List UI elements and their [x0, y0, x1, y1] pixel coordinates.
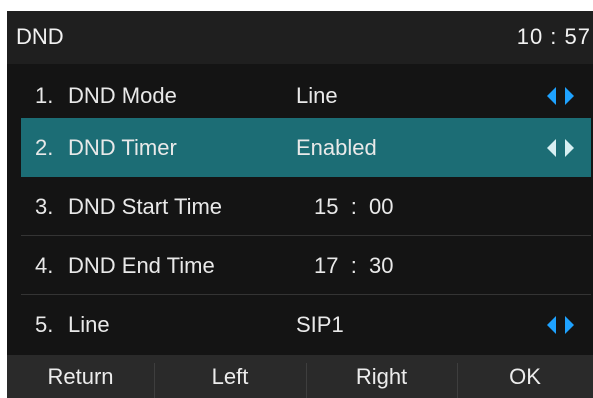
time-value[interactable]: 17 : 30	[314, 253, 394, 279]
setting-label: Line	[68, 312, 110, 337]
left-arrow-icon[interactable]	[547, 139, 556, 157]
setting-label: DND Mode	[68, 83, 177, 108]
right-arrow-icon[interactable]	[565, 139, 574, 157]
setting-value: Enabled	[296, 135, 377, 160]
setting-label: DND Timer	[68, 135, 177, 160]
right-arrow-icon[interactable]	[565, 87, 574, 105]
softkey-bar: Return Left Right OK	[7, 355, 593, 398]
left-arrow-icon[interactable]	[547, 87, 556, 105]
setting-row-dnd-end-time[interactable]: 4. DND End Time 17 : 30	[21, 236, 591, 295]
clock: 10 : 57	[516, 24, 591, 49]
row-number: 4.	[35, 253, 54, 278]
left-right-arrows-icon[interactable]	[543, 139, 583, 157]
left-softkey[interactable]: Left	[154, 355, 306, 398]
page-title: DND	[16, 24, 64, 49]
right-softkey[interactable]: Right	[306, 355, 457, 398]
return-softkey[interactable]: Return	[7, 355, 154, 398]
setting-row-dnd-timer[interactable]: 2. DND Timer Enabled	[21, 118, 591, 177]
setting-value: SIP1	[296, 312, 344, 337]
setting-row-line[interactable]: 5. Line SIP1	[21, 295, 591, 354]
setting-label: DND Start Time	[68, 194, 223, 219]
time-value[interactable]: 15 : 00	[314, 194, 394, 220]
left-right-arrows-icon[interactable]	[543, 87, 583, 105]
row-number: 5.	[35, 312, 54, 337]
right-arrow-icon[interactable]	[565, 316, 574, 334]
setting-value: Line	[296, 83, 338, 108]
status-bar: DND 10 : 57	[7, 11, 593, 64]
left-arrow-icon[interactable]	[547, 316, 556, 334]
setting-row-dnd-start-time[interactable]: 3. DND Start Time 15 : 00	[21, 177, 591, 236]
phone-screen: DND 10 : 57 1. DND Mode Line 2. DND Time…	[0, 0, 593, 398]
lcd-display: DND 10 : 57 1. DND Mode Line 2. DND Time…	[7, 11, 593, 398]
row-number: 2.	[35, 135, 54, 160]
row-number: 3.	[35, 194, 54, 219]
ok-softkey[interactable]: OK	[457, 355, 593, 398]
setting-label: DND End Time	[68, 253, 215, 278]
row-number: 1.	[35, 83, 54, 108]
setting-row-dnd-mode[interactable]: 1. DND Mode Line	[21, 66, 591, 125]
left-right-arrows-icon[interactable]	[543, 316, 583, 334]
